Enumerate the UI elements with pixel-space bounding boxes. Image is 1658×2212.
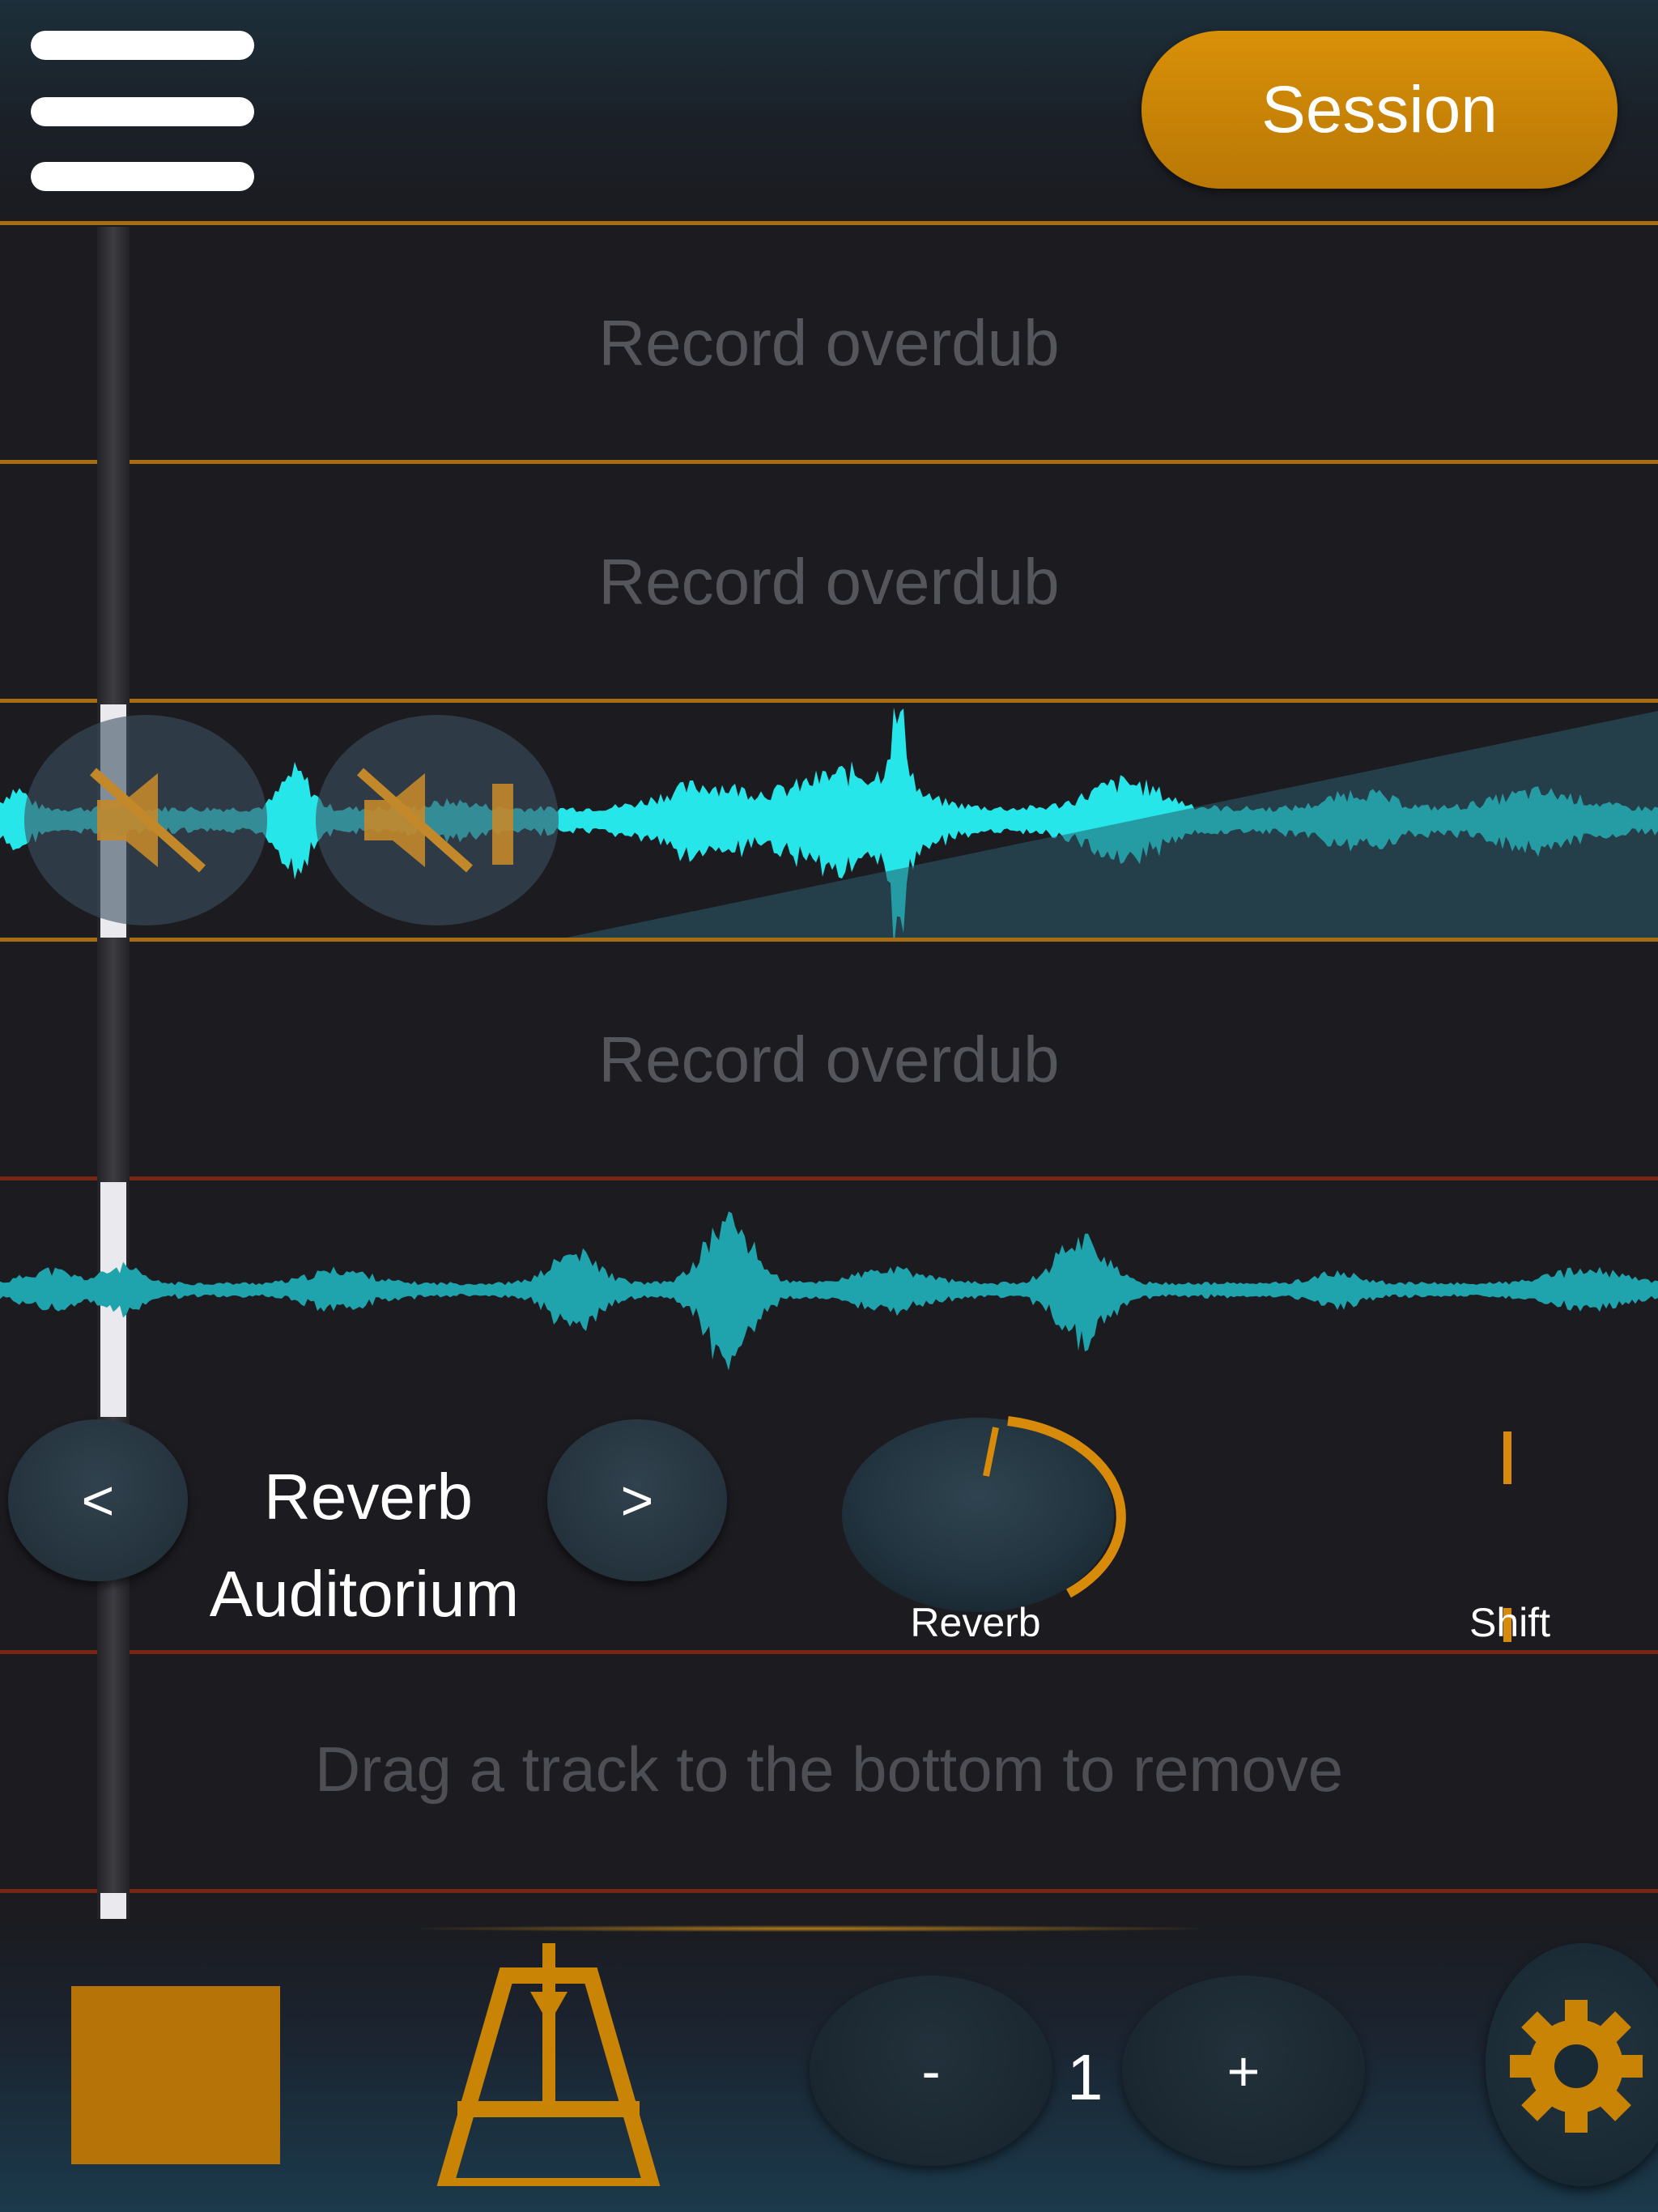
effect-preset: Auditorium	[209, 1558, 520, 1630]
track-lane-2[interactable]: Record overdub	[0, 464, 1658, 699]
track-lane-5[interactable]: < > Reverb Auditorium Reverb Shift	[0, 1180, 1658, 1650]
menu-bar-middle	[31, 97, 254, 126]
increment-button[interactable]: +	[1122, 1976, 1365, 2166]
session-button[interactable]: Session	[1141, 31, 1618, 189]
track-separator	[0, 1650, 1658, 1654]
solo-button[interactable]	[316, 715, 559, 925]
track-separator	[0, 1889, 1658, 1893]
track-waveform	[0, 1211, 1658, 1371]
hamburger-menu-icon[interactable]	[31, 31, 254, 193]
menu-bar-bottom	[31, 162, 254, 191]
bottom-toolbar: - 1 +	[0, 1919, 1658, 2212]
speaker-solo-icon	[357, 768, 513, 873]
effect-type: Reverb	[264, 1461, 473, 1533]
count-value: 1	[1067, 2041, 1103, 2113]
decrement-button[interactable]: -	[810, 1976, 1052, 2166]
toolbar-highlight	[421, 1925, 1198, 1932]
waveform-path	[0, 1211, 1658, 1371]
shift-knob-label: Shift	[1469, 1600, 1551, 1645]
speaker-muted-icon	[90, 768, 206, 873]
rotary-knob-icon[interactable]	[826, 1411, 1133, 1614]
mute-button[interactable]	[24, 715, 267, 925]
menu-bar-top	[31, 31, 254, 60]
track-lane-4[interactable]: Record overdub	[0, 942, 1658, 1176]
record-overdub-label: Record overdub	[598, 546, 1060, 618]
slider-icon[interactable]	[1503, 1431, 1511, 1484]
record-overdub-label: Record overdub	[598, 307, 1060, 379]
track-lane-3[interactable]	[0, 703, 1658, 938]
settings-button[interactable]	[1486, 1943, 1658, 2186]
remove-track-hint: Drag a track to the bottom to remove	[314, 1733, 1344, 1805]
track-lane-1[interactable]: Record overdub	[0, 225, 1658, 460]
reverb-knob-label: Reverb	[910, 1600, 1041, 1645]
record-overdub-label: Record overdub	[598, 1023, 1060, 1095]
metronome-icon[interactable]	[433, 1943, 664, 2186]
gear-icon	[1510, 2000, 1643, 2133]
top-bar: Session	[0, 0, 1658, 223]
stop-square-icon[interactable]	[71, 1986, 280, 2164]
